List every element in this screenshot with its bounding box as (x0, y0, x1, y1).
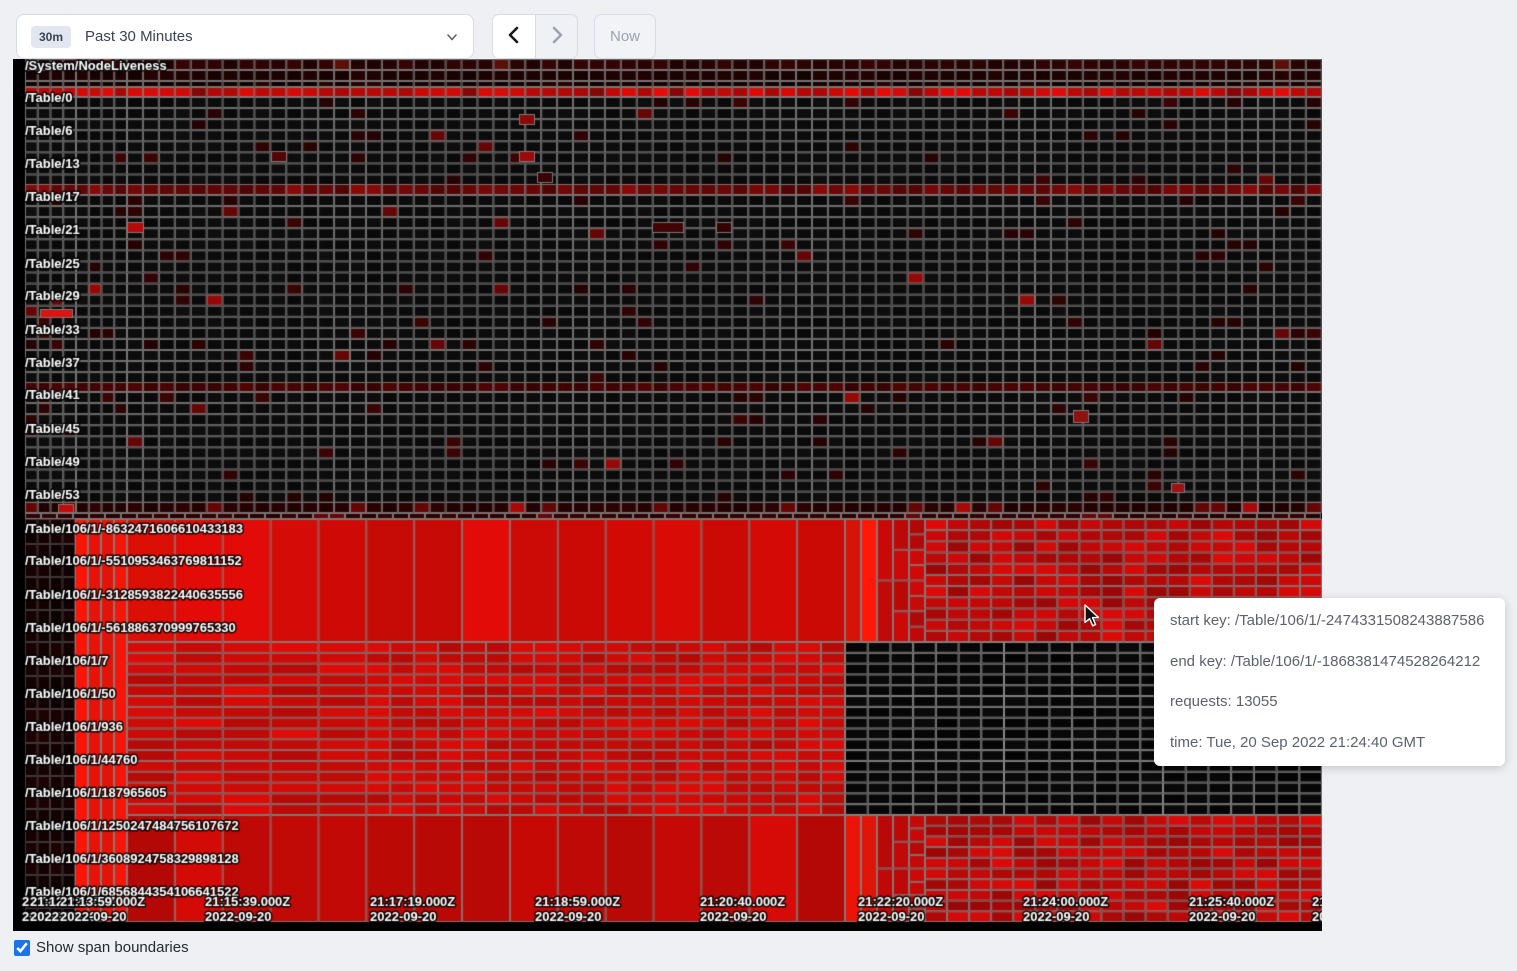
time-nav-group (492, 14, 578, 59)
tooltip-time: time: Tue, 20 Sep 2022 21:24:40 GMT (1170, 733, 1489, 753)
time-range-label: Past 30 Minutes (85, 28, 445, 45)
footer: Show span boundaries (14, 939, 189, 956)
prev-time-button[interactable] (493, 15, 535, 58)
tooltip-end-key: end key: /Table/106/1/-18683814745282642… (1170, 652, 1489, 672)
tooltip-requests: requests: 13055 (1170, 692, 1489, 712)
show-span-boundaries-checkbox[interactable] (14, 940, 30, 956)
key-visualizer-heatmap[interactable] (13, 59, 1322, 931)
tooltip-start-key: start key: /Table/106/1/-247433150824388… (1170, 611, 1489, 631)
now-button[interactable]: Now (594, 14, 656, 59)
next-time-button[interactable] (535, 15, 577, 58)
range-tooltip: start key: /Table/106/1/-247433150824388… (1154, 598, 1505, 766)
toolbar: 30m Past 30 Minutes Now (16, 14, 656, 59)
chevron-right-icon (549, 26, 565, 47)
chevron-down-icon (445, 30, 459, 44)
chevron-left-icon (506, 26, 522, 47)
key-visualizer-page: 30m Past 30 Minutes Now start key: /Tabl… (0, 0, 1517, 971)
time-scale-badge: 30m (31, 26, 71, 48)
time-range-select[interactable]: 30m Past 30 Minutes (16, 14, 474, 59)
show-span-boundaries-label: Show span boundaries (36, 939, 189, 956)
